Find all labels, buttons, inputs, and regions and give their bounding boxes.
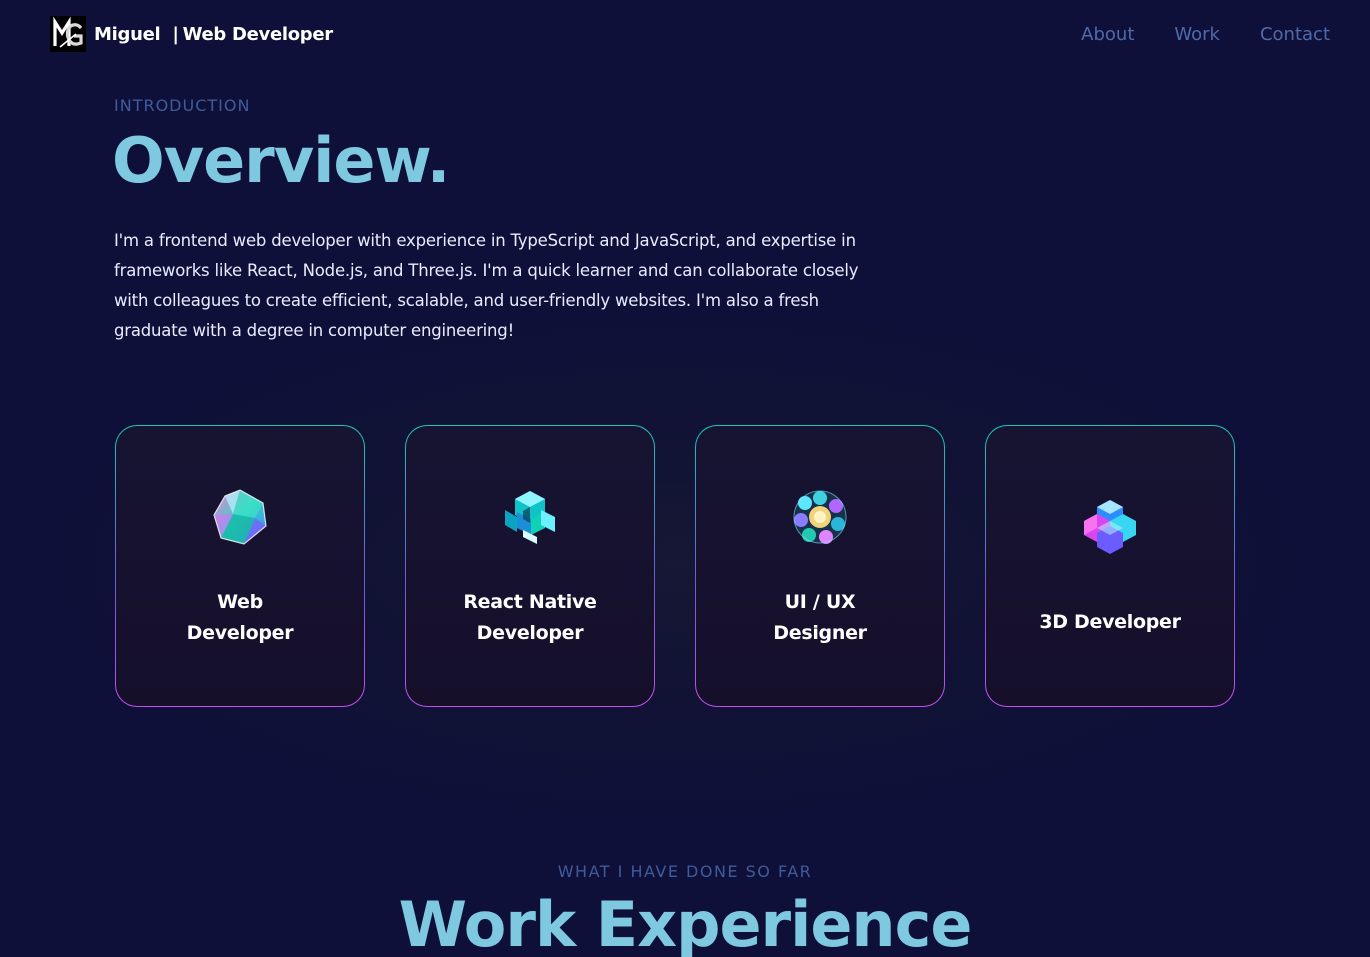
service-card-title-line1: React Native [463,591,597,613]
service-card-title: Web Developer [116,587,364,649]
service-card-title: React Native Developer [406,587,654,649]
section-label-work: WHAT I HAVE DONE SO FAR [557,862,813,881]
service-card-inner: 3D Developer [986,426,1234,706]
service-card-inner: React Native Developer [406,426,654,706]
flower-sphere-icon [791,488,849,546]
service-card-title-line1: 3D Developer [1039,611,1181,633]
brand-role: Web Developer [182,23,334,45]
overview-paragraph: I'm a frontend web developer with experi… [114,231,859,340]
navbar: Miguel | Web Developer About Work Contact [0,0,1370,72]
overview-title: Overview. [112,124,450,197]
brand-link[interactable]: Miguel | Web Developer [50,16,333,52]
service-card-3d-developer[interactable]: 3D Developer [985,425,1235,707]
cube-cluster-icon [501,488,559,546]
service-card-ui-ux-designer[interactable]: UI / UX Designer [695,425,945,707]
service-card-title: 3D Developer [986,607,1234,638]
work-experience-title: Work Experience [398,888,973,957]
service-cards: Web Developer React Native Developer UI … [115,425,1235,707]
nav-link-work[interactable]: Work [1174,24,1220,45]
service-card-web-developer[interactable]: Web Developer [115,425,365,707]
mg-monogram-logo-icon [50,16,86,52]
service-card-title-line1: Web [217,591,263,613]
service-card-title-line2: Developer [476,622,584,644]
section-label-introduction: INTRODUCTION [114,96,251,115]
service-card-inner: UI / UX Designer [696,426,944,706]
service-card-inner: Web Developer [116,426,364,706]
service-card-react-native-developer[interactable]: React Native Developer [405,425,655,707]
service-card-title: UI / UX Designer [696,587,944,649]
brand-first-name: Miguel [94,23,161,45]
service-card-title-line1: UI / UX [784,591,856,613]
brand-separator: | [172,23,179,45]
service-card-title-line2: Designer [773,622,867,644]
portfolio-page: Miguel | Web Developer About Work Contact… [0,0,1370,957]
nav-link-contact[interactable]: Contact [1260,24,1330,45]
hexagon-cluster-icon [1081,498,1139,556]
service-card-title-line2: Developer [186,622,294,644]
nav-link-about[interactable]: About [1081,24,1134,45]
brand-name: Miguel | Web Developer [94,24,333,45]
nav-links: About Work Contact [1081,24,1330,45]
icosahedron-icon [211,488,269,546]
